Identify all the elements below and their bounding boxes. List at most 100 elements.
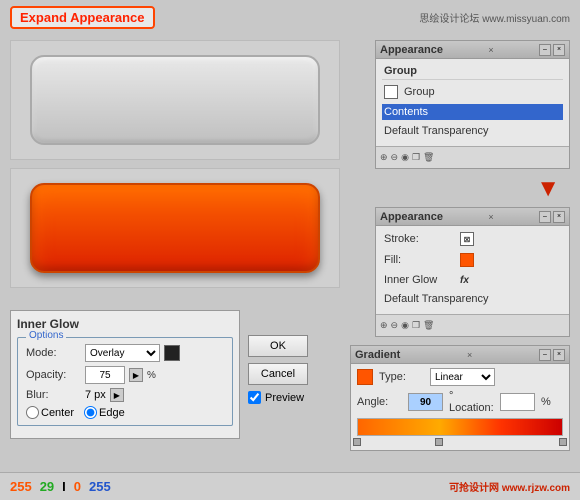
remove-icon-2[interactable]: ⊖	[391, 320, 399, 331]
gradient-bar[interactable]	[357, 418, 563, 436]
gradient-controls: – ×	[539, 349, 565, 361]
location-unit: %	[541, 396, 580, 408]
inner-glow-label: Inner Glow	[384, 274, 454, 286]
site-info: 思绘设计论坛 www.missyuan.com	[419, 10, 570, 25]
group-text: Group	[404, 86, 474, 98]
appearance-footer-2: ⊕ ⊖ ◉ ❐ 🗑	[376, 314, 569, 336]
group-row-2: Group	[382, 83, 563, 101]
center-radio-label[interactable]: Center	[26, 406, 74, 419]
preview-label: Preview	[265, 392, 304, 404]
footer-icons-1: ⊕ ⊖ ◉ ❐ 🗑	[380, 152, 434, 163]
opacity-arrow[interactable]: ▶	[129, 368, 143, 382]
close-btn-2[interactable]: ×	[553, 211, 565, 223]
ok-cancel-area: OK Cancel Preview	[248, 335, 308, 404]
opacity-label: Opacity:	[26, 369, 81, 381]
right-panels: Appearance × – × Group Group Contents De…	[375, 40, 570, 347]
appearance-panel-2: Appearance × – × Stroke: ⊠ Fill: Inner G…	[375, 207, 570, 337]
edge-radio-label[interactable]: Edge	[84, 406, 125, 419]
appearance-titlebar-1: Appearance × – ×	[376, 41, 569, 59]
stroke-row: Stroke: ⊠	[382, 230, 563, 248]
mode-label: Mode:	[26, 347, 81, 359]
add-icon-2[interactable]: ⊕	[380, 320, 388, 331]
stop-right[interactable]	[559, 438, 567, 446]
inner-glow-title: Inner Glow	[17, 317, 233, 331]
transparency-row-2: Default Transparency	[382, 291, 563, 307]
gradient-minimize-btn[interactable]: –	[539, 349, 551, 361]
remove-icon-1[interactable]: ⊖	[391, 152, 399, 163]
copy-icon-2[interactable]: ❐	[412, 320, 420, 331]
expand-appearance-label: Expand Appearance	[10, 6, 155, 29]
copy-icon-1[interactable]: ❐	[412, 152, 420, 163]
appearance-content-2: Stroke: ⊠ Fill: Inner Glow fx Default Tr…	[376, 226, 569, 314]
fill-color-swatch[interactable]	[460, 253, 474, 267]
appearance-panel-1: Appearance × – × Group Group Contents De…	[375, 40, 570, 169]
stop-middle[interactable]	[435, 438, 443, 446]
top-banner: Expand Appearance 思绘设计论坛 www.missyuan.co…	[0, 0, 580, 35]
transparency-row-1: Default Transparency	[382, 123, 563, 139]
orange-rect-container	[10, 168, 340, 288]
trash-icon-1[interactable]: 🗑	[423, 152, 434, 163]
center-edge-group: Center Edge	[26, 406, 224, 419]
location-label: ° Location:	[449, 390, 494, 414]
stroke-icon[interactable]: ⊠	[460, 232, 474, 246]
preview-checkbox[interactable]	[248, 391, 261, 404]
status-num1: 255	[10, 479, 32, 494]
transparency-label-2: Default Transparency	[384, 293, 489, 305]
fill-row: Fill:	[382, 251, 563, 269]
blur-value: 7 px	[85, 389, 106, 401]
ok-button[interactable]: OK	[248, 335, 308, 357]
group-row-1: Group	[382, 63, 563, 80]
transparency-label-1: Default Transparency	[384, 125, 489, 137]
left-canvas-area	[10, 40, 340, 288]
orange-rounded-rect	[30, 183, 320, 273]
cancel-button[interactable]: Cancel	[248, 363, 308, 385]
status-num3: 0	[74, 479, 81, 494]
appearance-content-1: Group Group Contents Default Transparenc…	[376, 59, 569, 146]
bottom-status-bar: 255 29 I 0 255 可抢设计网 www.rjzw.com	[0, 472, 580, 500]
angle-label: Angle:	[357, 396, 402, 408]
panel-controls-2: – ×	[539, 211, 565, 223]
footer-icons-2: ⊕ ⊖ ◉ ❐ 🗑	[380, 320, 434, 331]
location-input[interactable]	[500, 393, 535, 411]
opacity-input[interactable]	[85, 366, 125, 384]
gradient-angle-row: Angle: ° Location: %	[357, 390, 563, 414]
fx-label: fx	[460, 275, 469, 286]
glow-color-swatch[interactable]	[164, 345, 180, 361]
mode-row: Mode: Overlay	[26, 344, 224, 362]
fill-label: Fill:	[384, 254, 454, 266]
appearance-titlebar-2: Appearance × – ×	[376, 208, 569, 226]
opacity-unit: %	[147, 370, 156, 381]
gray-rect-container	[10, 40, 340, 160]
trash-icon-2[interactable]: 🗑	[423, 320, 434, 331]
gradient-stops	[357, 436, 563, 446]
gradient-titlebar: Gradient × – ×	[351, 346, 569, 364]
eye-icon-2[interactable]: ◉	[401, 320, 409, 331]
group-label-1: Group	[384, 65, 417, 77]
opacity-row: Opacity: ▶ %	[26, 366, 224, 384]
contents-row[interactable]: Contents	[382, 104, 563, 120]
add-icon-1[interactable]: ⊕	[380, 152, 388, 163]
close-btn-1[interactable]: ×	[553, 44, 565, 56]
type-select[interactable]: Linear	[430, 368, 495, 386]
gradient-color-preview[interactable]	[357, 369, 373, 385]
blur-arrow[interactable]: ▶	[110, 388, 124, 402]
panel-controls-1: – ×	[539, 44, 565, 56]
arrow-down-indicator: ▼	[375, 175, 570, 203]
center-radio[interactable]	[26, 406, 39, 419]
appearance-title-2: Appearance	[380, 211, 443, 223]
gradient-content: Type: Linear Angle: ° Location: %	[351, 364, 569, 450]
group-icon	[384, 85, 398, 99]
minimize-btn-2[interactable]: –	[539, 211, 551, 223]
gradient-close-btn[interactable]: ×	[553, 349, 565, 361]
edge-radio[interactable]	[84, 406, 97, 419]
mode-select[interactable]: Overlay	[85, 344, 160, 362]
eye-icon-1[interactable]: ◉	[401, 152, 409, 163]
appearance-close-x-2: ×	[488, 212, 493, 222]
site-logo: 可抢设计网 www.rjzw.com	[449, 479, 570, 494]
stop-left[interactable]	[353, 438, 361, 446]
angle-input[interactable]	[408, 393, 443, 411]
status-separator: I	[62, 479, 66, 494]
appearance-title-1: Appearance	[380, 44, 443, 56]
minimize-btn-1[interactable]: –	[539, 44, 551, 56]
appearance-close-x-1: ×	[488, 45, 493, 55]
